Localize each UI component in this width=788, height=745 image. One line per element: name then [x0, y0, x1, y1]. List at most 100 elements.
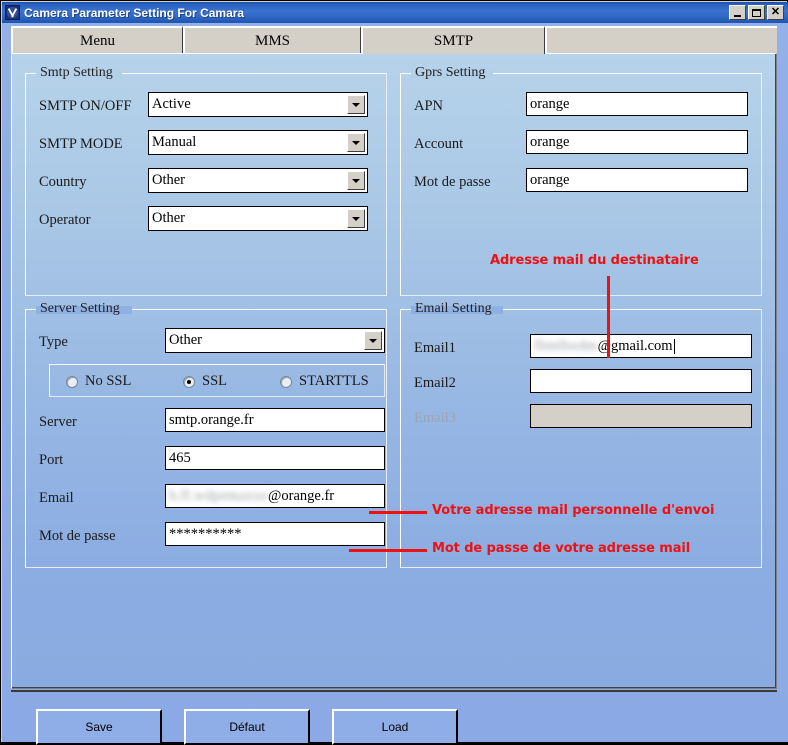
input-apn[interactable]: orange	[526, 92, 748, 116]
input-gprs-password[interactable]: orange	[526, 168, 748, 192]
title-bar: Camera Parameter Setting For Camara ✕	[2, 2, 788, 23]
label-country: Country	[39, 174, 87, 190]
annotation-sender-password: Mot de passe de votre adresse mail	[432, 541, 691, 556]
label-server: Server	[39, 414, 77, 430]
combo-country[interactable]: Other	[148, 168, 368, 193]
annotation-password-pointer	[349, 549, 427, 552]
window-title: Camera Parameter Setting For Camara	[24, 5, 245, 20]
input-email2[interactable]	[530, 369, 752, 393]
window-controls: ✕	[729, 5, 784, 20]
input-port[interactable]: 465	[165, 446, 385, 470]
input-apn-value: orange	[530, 96, 570, 112]
close-button[interactable]: ✕	[767, 5, 784, 20]
combo-smtp-on-off-value: Active	[152, 96, 191, 112]
combo-smtp-mode[interactable]: Manual	[148, 130, 368, 155]
label-port: Port	[39, 452, 64, 468]
client-area: Menu MMS SMTP Smtp Setting SMTP ON/OFF A…	[2, 23, 788, 745]
input-server-password[interactable]: **********	[165, 522, 385, 546]
radio-no-ssl[interactable]: No SSL	[66, 373, 131, 390]
radio-ssl[interactable]: SSL	[183, 373, 227, 390]
label-email2: Email2	[414, 375, 456, 391]
label-email3: Email3	[414, 410, 456, 426]
input-server[interactable]: smtp.orange.fr	[165, 408, 385, 432]
input-port-value: 465	[169, 450, 191, 466]
chevron-down-icon[interactable]	[347, 171, 365, 190]
input-account[interactable]: orange	[526, 130, 748, 154]
close-icon: ✕	[770, 6, 781, 18]
combo-country-value: Other	[152, 172, 186, 188]
ssl-mode-group: No SSL SSL STARTTLS	[49, 364, 385, 397]
radio-no-ssl-dot	[66, 375, 78, 388]
radio-starttls-label: STARTTLS	[299, 373, 369, 389]
app-icon	[5, 5, 20, 20]
tab-mms-label: MMS	[254, 32, 291, 49]
chevron-down-icon[interactable]	[364, 331, 382, 350]
group-smtp-setting: Smtp Setting SMTP ON/OFF Active SMTP MOD…	[25, 66, 387, 296]
chevron-down-icon[interactable]	[347, 95, 365, 114]
group-server-setting-title: Server Setting	[40, 301, 120, 316]
combo-operator-value: Other	[152, 210, 186, 226]
tab-mms[interactable]: MMS	[183, 26, 361, 54]
default-button[interactable]: Défaut	[184, 709, 310, 745]
tab-smtp-label: SMTP	[433, 32, 474, 49]
input-server-value: smtp.orange.fr	[169, 412, 254, 428]
group-email-setting: Email Setting Email1 fbmlbxdm @gmail.com …	[400, 302, 762, 568]
combo-type[interactable]: Other	[165, 328, 385, 353]
radio-no-ssl-label: No SSL	[85, 373, 132, 389]
radio-starttls-dot	[280, 375, 292, 388]
label-apn: APN	[414, 98, 444, 114]
combo-type-value: Other	[169, 332, 203, 348]
combo-smtp-on-off[interactable]: Active	[148, 92, 368, 117]
input-sender-email[interactable]: h.fl.wdpemaxxe @orange.fr	[165, 484, 385, 508]
label-sender-email: Email	[39, 490, 74, 506]
combo-operator[interactable]: Other	[148, 206, 368, 231]
radio-ssl-dot	[183, 375, 195, 388]
smtp-tab-page: Smtp Setting SMTP ON/OFF Active SMTP MOD…	[11, 53, 777, 689]
group-gprs-setting-title: Gprs Setting	[415, 65, 486, 80]
footer-divider	[11, 690, 777, 692]
annotation-recipient-email: Adresse mail du destinataire	[490, 253, 699, 268]
label-type: Type	[39, 334, 68, 350]
maximize-icon	[752, 8, 761, 17]
tab-smtp[interactable]: SMTP	[361, 26, 545, 54]
group-server-setting: Server Setting Type Other No SSL SSL STA…	[25, 302, 387, 568]
group-email-setting-title: Email Setting	[415, 301, 492, 316]
chevron-down-icon[interactable]	[347, 133, 365, 152]
save-button[interactable]: Save	[36, 709, 162, 745]
input-account-value: orange	[530, 134, 570, 150]
application-window: Camera Parameter Setting For Camara ✕ Me…	[0, 0, 788, 745]
load-button[interactable]: Load	[332, 709, 458, 745]
save-button-label: Save	[85, 720, 113, 734]
label-account: Account	[414, 136, 464, 152]
text-caret	[673, 339, 675, 354]
input-server-password-value: **********	[169, 526, 242, 542]
radio-starttls[interactable]: STARTTLS	[280, 373, 369, 390]
input-gprs-password-value: orange	[530, 172, 570, 188]
annotation-recipient-pointer	[607, 276, 610, 358]
minimize-icon	[734, 14, 741, 17]
radio-ssl-label: SSL	[202, 373, 227, 389]
input-email1[interactable]: fbmlbxdm @gmail.com	[530, 334, 752, 358]
combo-smtp-mode-value: Manual	[152, 134, 197, 150]
input-sender-email-suffix: @orange.fr	[268, 488, 335, 504]
input-email1-redacted: fbmlbxdm	[534, 338, 598, 354]
maximize-button[interactable]	[748, 5, 765, 20]
label-email1: Email1	[414, 340, 456, 356]
input-email3	[530, 404, 752, 428]
tab-strip: Menu MMS SMTP	[11, 26, 777, 54]
tab-filler	[545, 26, 777, 54]
default-button-label: Défaut	[229, 720, 265, 734]
group-smtp-setting-title: Smtp Setting	[40, 65, 113, 80]
tab-menu[interactable]: Menu	[11, 26, 183, 54]
label-server-password: Mot de passe	[39, 528, 116, 544]
label-operator: Operator	[39, 212, 91, 228]
minimize-button[interactable]	[729, 5, 746, 20]
load-button-label: Load	[381, 720, 409, 734]
label-gprs-password: Mot de passe	[414, 174, 491, 190]
label-smtp-mode: SMTP MODE	[39, 136, 123, 152]
chevron-down-icon[interactable]	[347, 209, 365, 228]
input-sender-email-redacted: h.fl.wdpemaxxe	[169, 488, 269, 504]
label-smtp-on-off: SMTP ON/OFF	[39, 98, 132, 114]
tab-menu-label: Menu	[80, 32, 115, 49]
annotation-sender-email: Votre adresse mail personnelle d'envoi	[432, 503, 715, 518]
